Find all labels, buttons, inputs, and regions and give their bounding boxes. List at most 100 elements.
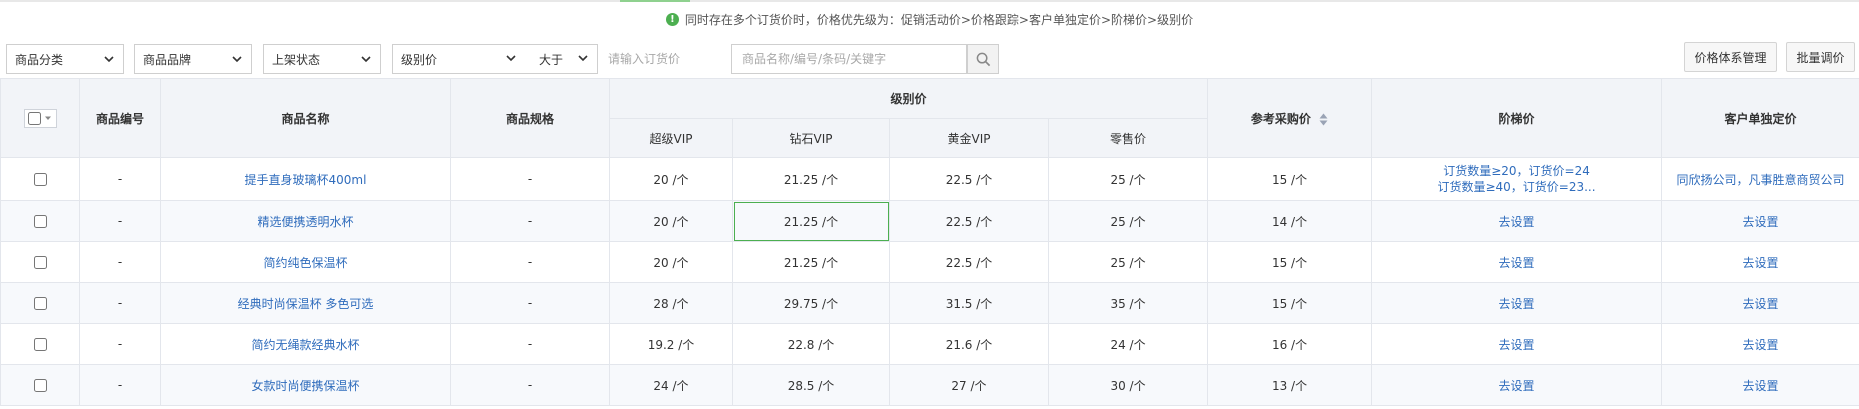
product-code: -	[79, 241, 161, 283]
ref-price: 15 /个	[1207, 157, 1373, 201]
price-table: 商品编号 商品名称 商品规格 级别价 参考采购价 阶梯价 客户单独定价 超级VI…	[0, 78, 1859, 406]
price-filter-group: 级别价 大于	[392, 44, 729, 74]
ladder-price-cell[interactable]: 订货数量≥20，订货价=24 订货数量≥40，订货价=23...	[1371, 157, 1663, 201]
gold-vip-price[interactable]: 27 /个	[889, 364, 1049, 406]
super-vip-price[interactable]: 20 /个	[609, 157, 733, 201]
search-button[interactable]	[967, 44, 999, 74]
table-row: - 简约无绳款经典水杯 - 19.2 /个 22.8 /个 21.6 /个 24…	[0, 323, 1859, 365]
price-type-select-value: 级别价	[401, 52, 438, 67]
super-vip-price[interactable]: 20 /个	[609, 200, 733, 242]
product-spec: -	[450, 323, 610, 365]
customer-set-link[interactable]: 去设置	[1661, 323, 1859, 365]
diamond-vip-price[interactable]: 22.8 /个	[732, 323, 890, 365]
operator-select[interactable]: 大于	[531, 45, 593, 73]
customer-set-link[interactable]: 去设置	[1661, 282, 1859, 324]
select-all-checkbox[interactable]	[27, 111, 41, 125]
product-code: -	[79, 200, 161, 242]
diamond-vip-price[interactable]: 21.25 /个	[732, 157, 890, 201]
diamond-vip-price[interactable]: 28.5 /个	[732, 364, 890, 406]
table-row: - 精选便携透明水杯 - 20 /个 21.25 /个 22.5 /个 25 /…	[0, 200, 1859, 242]
ref-price: 13 /个	[1207, 364, 1373, 406]
select-all-dropdown[interactable]	[23, 108, 57, 128]
product-name[interactable]: 简约无绳款经典水杯	[160, 323, 451, 365]
keyword-search-input[interactable]	[731, 44, 967, 74]
ladder-set-link[interactable]: 去设置	[1371, 200, 1663, 242]
retail-price[interactable]: 25 /个	[1047, 241, 1209, 283]
super-vip-price[interactable]: 24 /个	[609, 364, 733, 406]
gold-vip-price[interactable]: 22.5 /个	[889, 241, 1049, 283]
customer-price-link[interactable]: 同欣扬公司，凡事胜意商贸公司	[1661, 157, 1859, 201]
price-value-input[interactable]	[597, 44, 729, 74]
col-header-customer: 客户单独定价	[1661, 78, 1859, 158]
operator-select-value: 大于	[539, 52, 564, 67]
row-select-cell	[0, 282, 80, 324]
caret-down-icon	[44, 116, 51, 120]
ladder-set-link[interactable]: 去设置	[1371, 364, 1663, 406]
status-select-value: 上架状态	[272, 52, 321, 67]
product-spec: -	[450, 241, 610, 283]
ladder-tier-2[interactable]: 订货数量≥40，订货价=23...	[1373, 179, 1661, 195]
retail-price[interactable]: 30 /个	[1047, 364, 1209, 406]
filter-toolbar: 商品分类 商品品牌 上架状态 级别价 大于 价格体系管理 批量调价	[0, 38, 1859, 78]
col-header-ref-price[interactable]: 参考采购价	[1207, 78, 1373, 158]
product-name[interactable]: 简约纯色保温杯	[160, 241, 451, 283]
batch-adjust-button[interactable]: 批量调价	[1786, 42, 1855, 72]
row-checkbox[interactable]	[33, 379, 47, 392]
info-icon: !	[665, 12, 679, 26]
diamond-vip-price[interactable]: 29.75 /个	[732, 282, 890, 324]
category-select[interactable]: 商品分类	[6, 44, 124, 74]
retail-price[interactable]: 24 /个	[1047, 323, 1209, 365]
super-vip-price[interactable]: 20 /个	[609, 241, 733, 283]
row-checkbox[interactable]	[33, 173, 47, 186]
status-select[interactable]: 上架状态	[263, 44, 381, 74]
priority-notice: ! 同时存在多个订货价时，价格优先级为：促销活动价>价格跟踪>客户单独定价>阶梯…	[0, 2, 1859, 36]
product-code: -	[79, 364, 161, 406]
product-name[interactable]: 经典时尚保温杯 多色可选	[160, 282, 451, 324]
chevron-down-icon	[104, 56, 114, 63]
price-type-select[interactable]: 级别价	[393, 45, 525, 73]
diamond-vip-price[interactable]: 21.25 /个	[732, 241, 890, 283]
sort-icon[interactable]	[1319, 113, 1328, 126]
ladder-set-link[interactable]: 去设置	[1371, 323, 1663, 365]
category-select-value: 商品分类	[15, 52, 64, 67]
gold-vip-price[interactable]: 21.6 /个	[889, 323, 1049, 365]
ladder-set-link[interactable]: 去设置	[1371, 241, 1663, 283]
diamond-vip-price-focused[interactable]: 21.25 /个	[732, 200, 890, 242]
table-row: - 简约纯色保温杯 - 20 /个 21.25 /个 22.5 /个 25 /个…	[0, 241, 1859, 283]
retail-price[interactable]: 35 /个	[1047, 282, 1209, 324]
retail-price[interactable]: 25 /个	[1047, 200, 1209, 242]
row-checkbox[interactable]	[33, 256, 47, 269]
brand-select-value: 商品品牌	[143, 52, 192, 67]
chevron-down-icon	[578, 55, 588, 62]
row-checkbox[interactable]	[33, 297, 47, 310]
search-icon	[976, 52, 990, 66]
super-vip-price[interactable]: 28 /个	[609, 282, 733, 324]
customer-set-link[interactable]: 去设置	[1661, 200, 1859, 242]
col-header-super-vip: 超级VIP	[609, 118, 733, 158]
product-name[interactable]: 提手直身玻璃杯400ml	[160, 157, 451, 201]
row-checkbox[interactable]	[33, 215, 47, 228]
brand-select[interactable]: 商品品牌	[134, 44, 252, 74]
col-header-level-price: 级别价	[608, 78, 1209, 119]
col-header-name: 商品名称	[160, 78, 451, 158]
retail-price[interactable]: 25 /个	[1047, 157, 1209, 201]
row-checkbox[interactable]	[33, 338, 47, 351]
row-select-cell	[0, 364, 80, 406]
table-row: - 提手直身玻璃杯400ml - 20 /个 21.25 /个 22.5 /个 …	[0, 157, 1859, 201]
col-header-diamond-vip: 钻石VIP	[732, 118, 890, 158]
row-select-cell	[0, 157, 80, 201]
product-name[interactable]: 精选便携透明水杯	[160, 200, 451, 242]
price-system-button[interactable]: 价格体系管理	[1684, 42, 1777, 72]
chevron-down-icon	[506, 55, 516, 62]
product-name[interactable]: 女款时尚便携保温杯	[160, 364, 451, 406]
gold-vip-price[interactable]: 22.5 /个	[889, 157, 1049, 201]
gold-vip-price[interactable]: 22.5 /个	[889, 200, 1049, 242]
ladder-set-link[interactable]: 去设置	[1371, 282, 1663, 324]
product-spec: -	[450, 282, 610, 324]
product-code: -	[79, 323, 161, 365]
ladder-tier-1[interactable]: 订货数量≥20，订货价=24	[1373, 163, 1661, 179]
super-vip-price[interactable]: 19.2 /个	[609, 323, 733, 365]
gold-vip-price[interactable]: 31.5 /个	[889, 282, 1049, 324]
customer-set-link[interactable]: 去设置	[1661, 364, 1859, 406]
customer-set-link[interactable]: 去设置	[1661, 241, 1859, 283]
